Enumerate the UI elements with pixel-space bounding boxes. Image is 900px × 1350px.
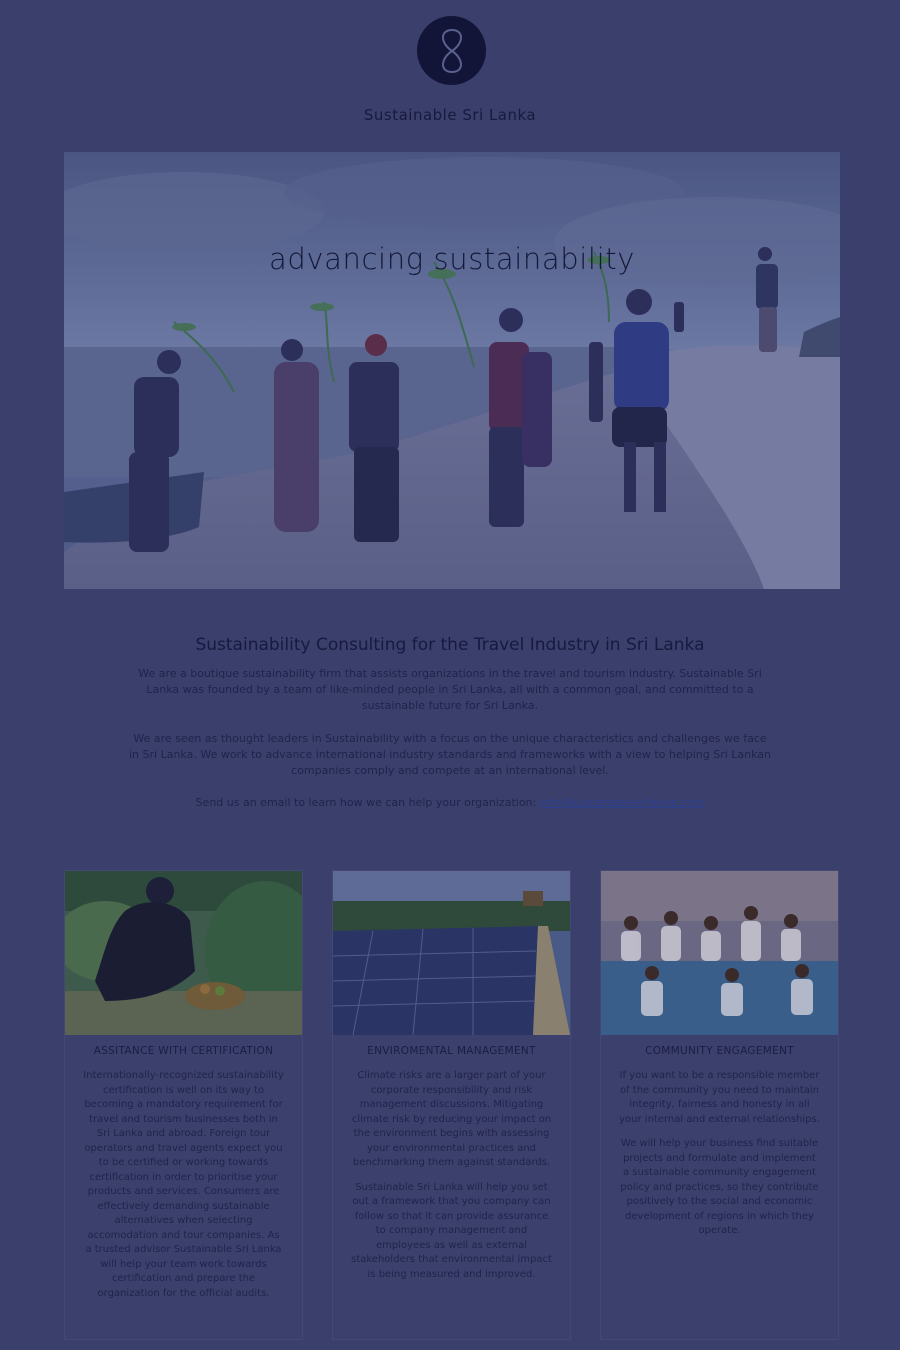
contact-email-link[interactable]: info@sustainablesrilanka.com (540, 796, 705, 809)
service-card-environmental: ENVIROMENTAL MANAGEMENT Climate risks ar… (332, 870, 571, 1340)
service-title: ENVIROMENTAL MANAGEMENT (367, 1045, 536, 1057)
service-paragraph: Internationally-recognized sustainabilit… (83, 1070, 284, 1299)
logo-icon[interactable] (417, 16, 486, 85)
hero-image: advancing sustainability (64, 152, 840, 589)
service-paragraph: Climate risks are a larger part of your … (351, 1070, 552, 1168)
service-title: COMMUNITY ENGAGEMENT (645, 1045, 794, 1057)
contact-text: Send us an email to learn how we can hel… (195, 796, 537, 809)
service-card-community: COMMUNITY ENGAGEMENT If you want to be a… (600, 870, 839, 1340)
contact-line: Send us an email to learn how we can hel… (0, 795, 900, 811)
intro-paragraph-1: We are a boutique sustainability firm th… (138, 667, 762, 712)
service-title: ASSITANCE WITH CERTIFICATION (93, 1045, 274, 1057)
solar-panels-photo (333, 871, 570, 1035)
intro-title: Sustainability Consulting for the Travel… (195, 635, 705, 655)
service-paragraph: If you want to be a responsible member o… (619, 1070, 820, 1125)
intro-paragraph-2: We are seen as thought leaders in Sustai… (129, 732, 771, 777)
service-card-certification: ASSITANCE WITH CERTIFICATION Internation… (64, 870, 303, 1340)
brand-name[interactable]: Sustainable Sri Lanka (0, 106, 900, 124)
service-body: Climate risks are a larger part of your … (333, 1069, 570, 1282)
service-paragraph: We will help your business find suitable… (620, 1138, 819, 1236)
certification-photo (65, 871, 302, 1035)
service-body: Internationally-recognized sustainabilit… (65, 1069, 302, 1301)
classroom-photo (601, 871, 838, 1035)
service-paragraph: Sustainable Sri Lanka will help you set … (351, 1181, 552, 1280)
service-body: If you want to be a responsible member o… (601, 1069, 838, 1239)
hero-title: advancing sustainability (269, 242, 635, 276)
